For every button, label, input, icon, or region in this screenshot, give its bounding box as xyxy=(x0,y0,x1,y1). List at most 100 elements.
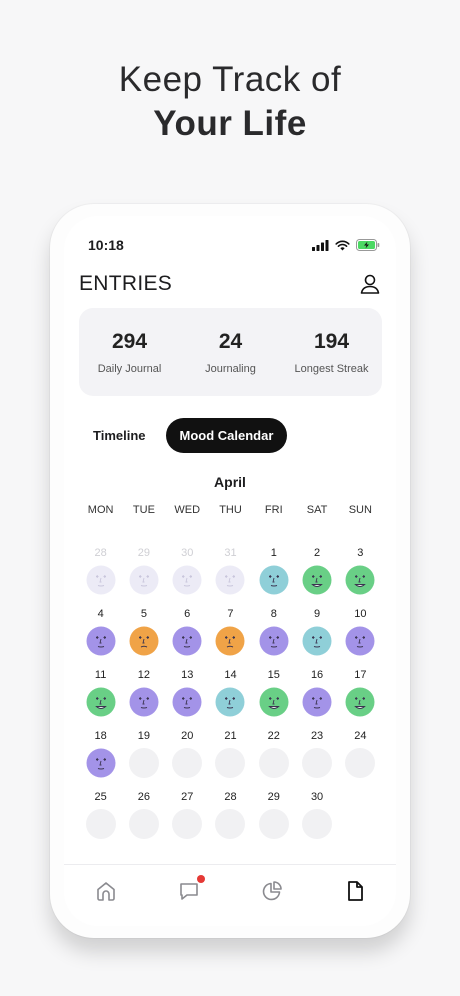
calendar-day[interactable]: 30 xyxy=(295,790,338,851)
day-number: 3 xyxy=(357,547,364,559)
calendar-day[interactable]: 10 xyxy=(339,607,382,668)
empty-mood-slot[interactable] xyxy=(258,809,289,839)
calendar-day[interactable]: 22 xyxy=(252,729,295,790)
stat-label: Journaling xyxy=(205,362,256,375)
calendar-day[interactable]: 31 xyxy=(209,546,252,607)
empty-mood-slot[interactable] xyxy=(215,809,246,839)
mood-face[interactable] xyxy=(86,687,116,717)
mood-face[interactable] xyxy=(259,626,289,656)
calendar-day[interactable]: 30 xyxy=(166,546,209,607)
mood-face-icon xyxy=(172,687,202,717)
calendar-day[interactable]: 7 xyxy=(209,607,252,668)
mood-face[interactable] xyxy=(172,687,202,717)
calendar-day[interactable]: 12 xyxy=(122,668,165,729)
mood-face[interactable] xyxy=(129,687,159,717)
mood-face[interactable] xyxy=(86,565,116,595)
empty-mood-slot[interactable] xyxy=(85,809,116,839)
calendar-day[interactable]: 9 xyxy=(295,607,338,668)
empty-mood-slot[interactable] xyxy=(128,809,159,839)
calendar-day[interactable]: 3 xyxy=(339,546,382,607)
tab-bar-entries[interactable] xyxy=(343,879,367,903)
mood-face[interactable] xyxy=(259,565,289,595)
calendar-day[interactable]: 19 xyxy=(122,729,165,790)
calendar-day[interactable]: 18 xyxy=(79,729,122,790)
calendar-day[interactable]: 6 xyxy=(166,607,209,668)
calendar-day[interactable]: 4 xyxy=(79,607,122,668)
profile-button[interactable] xyxy=(358,272,382,296)
day-number: 10 xyxy=(354,608,367,620)
mood-face[interactable] xyxy=(345,687,375,717)
mood-face-icon xyxy=(259,565,289,595)
mood-face[interactable] xyxy=(302,565,332,595)
calendar-day[interactable]: 20 xyxy=(166,729,209,790)
empty-mood-slot[interactable] xyxy=(128,748,159,778)
empty-mood-slot[interactable] xyxy=(345,748,376,778)
calendar-day[interactable]: 16 xyxy=(295,668,338,729)
tab-bar-home[interactable] xyxy=(94,879,118,903)
mood-face[interactable] xyxy=(129,565,159,595)
calendar-day[interactable]: 29 xyxy=(252,790,295,851)
calendar-week: 11 12 13 14 15 16 17 xyxy=(79,668,382,729)
empty-mood-slot[interactable] xyxy=(302,748,333,778)
mood-face[interactable] xyxy=(259,687,289,717)
calendar-day[interactable]: 28 xyxy=(209,790,252,851)
calendar-weeks: 28 29 30 31 1 2 3 4 5 6 7 8 9 10 11 12 13 14 15 16 17 18 19 20 2… xyxy=(79,546,382,851)
mood-face[interactable] xyxy=(302,687,332,717)
mood-face[interactable] xyxy=(172,565,202,595)
wifi-icon xyxy=(335,240,350,250)
empty-mood-slot[interactable] xyxy=(215,748,246,778)
mood-face[interactable] xyxy=(86,626,116,656)
calendar-day[interactable]: 25 xyxy=(79,790,122,851)
document-icon xyxy=(347,880,363,901)
mood-face[interactable] xyxy=(129,626,159,656)
mood-face[interactable] xyxy=(86,748,116,778)
calendar-day[interactable]: 27 xyxy=(166,790,209,851)
tab-bar-stats[interactable] xyxy=(260,879,284,903)
day-number: 9 xyxy=(314,608,321,620)
mood-face-icon xyxy=(259,687,289,717)
calendar-day[interactable]: 5 xyxy=(122,607,165,668)
mood-face[interactable] xyxy=(215,626,245,656)
calendar-day[interactable]: 8 xyxy=(252,607,295,668)
calendar-day[interactable]: 11 xyxy=(79,668,122,729)
mood-face[interactable] xyxy=(172,626,202,656)
day-number: 12 xyxy=(137,669,151,681)
tab-mood-calendar[interactable]: Mood Calendar xyxy=(165,418,288,453)
mood-face[interactable] xyxy=(345,626,375,656)
mood-face[interactable] xyxy=(215,687,245,717)
mood-face-icon xyxy=(215,565,245,595)
calendar-day[interactable]: 26 xyxy=(122,790,165,851)
empty-mood-slot[interactable] xyxy=(172,809,203,839)
mood-face[interactable] xyxy=(215,565,245,595)
phone-frame: 10:18 ENTRIES 294 Daily Journal 24 Journ… xyxy=(50,204,410,938)
calendar-week: 28 29 30 31 1 2 3 xyxy=(79,546,382,607)
day-number: 18 xyxy=(94,730,107,742)
calendar-day[interactable]: 15 xyxy=(252,668,295,729)
page-title: ENTRIES xyxy=(79,272,173,295)
calendar-day[interactable]: 2 xyxy=(295,546,338,607)
weekday-label: THU xyxy=(219,504,242,516)
day-number: 29 xyxy=(267,791,280,803)
calendar-day[interactable]: 17 xyxy=(339,668,382,729)
calendar-day[interactable]: 29 xyxy=(122,546,165,607)
tab-timeline[interactable]: Timeline xyxy=(79,418,160,453)
mood-face-icon xyxy=(129,687,159,717)
calendar-day[interactable]: 1 xyxy=(252,546,295,607)
calendar-day[interactable]: 23 xyxy=(295,729,338,790)
calendar-day[interactable]: 28 xyxy=(79,546,122,607)
user-icon xyxy=(360,274,380,294)
status-time: 10:18 xyxy=(88,237,124,253)
empty-mood-slot[interactable] xyxy=(258,748,289,778)
mood-face-icon xyxy=(129,626,159,656)
stat-value: 294 xyxy=(111,329,148,353)
calendar-day[interactable]: 24 xyxy=(339,729,382,790)
empty-mood-slot[interactable] xyxy=(172,748,203,778)
mood-face[interactable] xyxy=(302,626,332,656)
calendar-day[interactable]: 21 xyxy=(209,729,252,790)
mood-face-icon xyxy=(86,687,116,717)
mood-face[interactable] xyxy=(345,565,375,595)
calendar-day[interactable]: 14 xyxy=(209,668,252,729)
calendar-day[interactable]: 13 xyxy=(166,668,209,729)
tab-bar-chat[interactable] xyxy=(177,874,205,903)
empty-mood-slot[interactable] xyxy=(302,809,333,839)
